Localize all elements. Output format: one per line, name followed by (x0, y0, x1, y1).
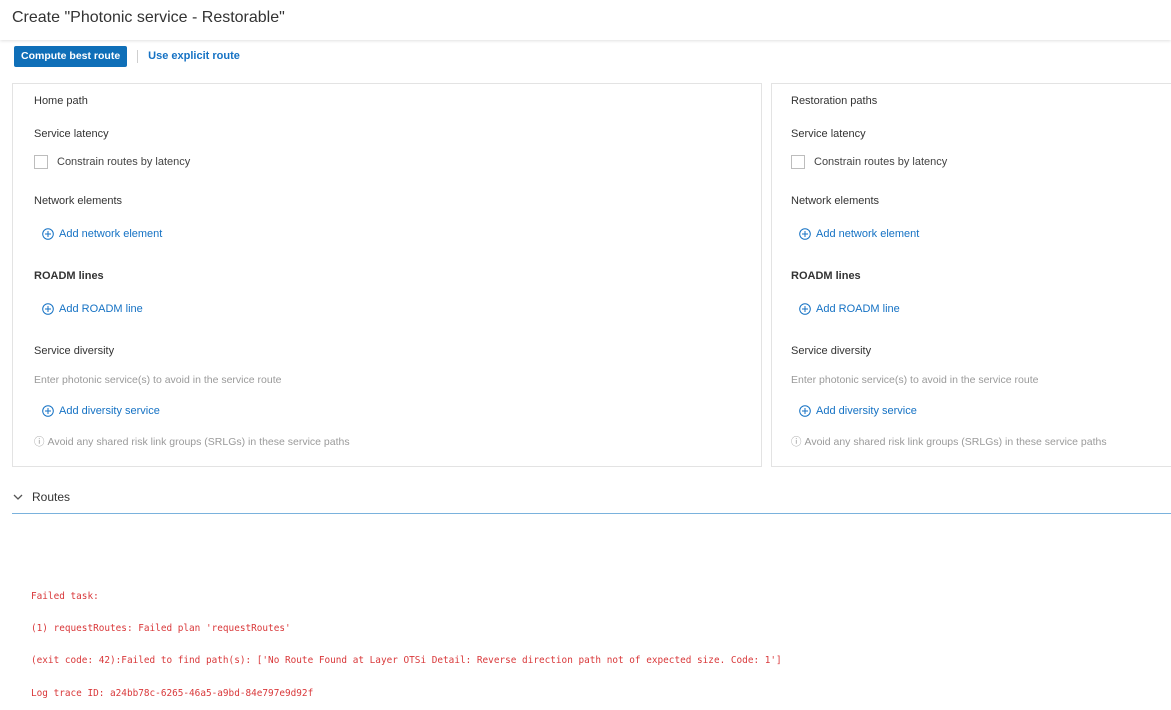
home-diversity-title: Service diversity (34, 345, 115, 357)
route-mode-toolbar: Compute best route Use explicit route (14, 45, 240, 67)
home-add-diversity-service-label: Add diversity service (59, 405, 160, 417)
restoration-add-network-element-label: Add network element (816, 228, 920, 240)
home-add-network-element-link[interactable]: Add network element (42, 228, 162, 240)
restoration-latency-checkbox-label[interactable]: Constrain routes by latency (814, 156, 947, 168)
home-network-elements-title: Network elements (34, 195, 123, 207)
title-bar: Create "Photonic service - Restorable" (0, 0, 1171, 40)
restoration-latency-checkbox[interactable] (791, 155, 805, 169)
home-diversity-hint: Enter photonic service(s) to avoid in th… (34, 374, 282, 386)
routes-section-toggle[interactable]: Routes (12, 490, 70, 504)
add-circle-icon (799, 228, 811, 240)
home-srlg-hint-text: Avoid any shared risk link groups (SRLGs… (47, 436, 350, 448)
restoration-add-network-element-link[interactable]: Add network element (799, 228, 919, 240)
error-line: Failed task: (31, 590, 99, 602)
home-latency-row: Constrain routes by latency (34, 155, 190, 169)
restoration-diversity-hint: Enter photonic service(s) to avoid in th… (791, 374, 1039, 386)
error-line: Log trace ID: a24bb78c-6265-46a5-a9bd-84… (31, 687, 314, 699)
routes-label: Routes (32, 490, 71, 504)
restoration-srlg-hint: ⓘ Avoid any shared risk link groups (SRLG… (791, 434, 1107, 449)
info-icon: ⓘ (34, 436, 45, 448)
restoration-add-diversity-service-label: Add diversity service (816, 405, 917, 417)
home-add-diversity-service-link[interactable]: Add diversity service (42, 405, 160, 417)
home-path-panel: Home path Service latency Constrain rout… (12, 83, 762, 467)
add-circle-icon (799, 303, 811, 315)
home-roadm-title: ROADM lines (34, 270, 104, 282)
home-path-heading: Home path (34, 95, 88, 107)
home-add-roadm-line-label: Add ROADM line (59, 303, 143, 315)
add-circle-icon (42, 405, 54, 417)
home-add-roadm-line-link[interactable]: Add ROADM line (42, 303, 143, 315)
use-explicit-route-link[interactable]: Use explicit route (148, 50, 240, 62)
restoration-add-diversity-service-link[interactable]: Add diversity service (799, 405, 917, 417)
route-error-message: Failed task: (1) requestRoutes: Failed p… (31, 570, 782, 710)
add-circle-icon (799, 405, 811, 417)
restoration-network-elements-title: Network elements (791, 195, 880, 207)
home-latency-checkbox-label[interactable]: Constrain routes by latency (57, 156, 190, 168)
restoration-srlg-hint-text: Avoid any shared risk link groups (SRLGs… (804, 436, 1107, 448)
error-line: (1) requestRoutes: Failed plan 'requestR… (31, 622, 291, 634)
toolbar-separator (137, 49, 139, 63)
routes-divider (12, 513, 1171, 514)
home-srlg-hint: ⓘ Avoid any shared risk link groups (SRLG… (34, 434, 350, 449)
restoration-diversity-title: Service diversity (791, 345, 872, 357)
restoration-paths-panel: Restoration paths Service latency Constr… (771, 83, 1171, 467)
compute-best-route-button[interactable]: Compute best route (14, 45, 128, 67)
home-latency-title: Service latency (34, 128, 109, 140)
info-icon: ⓘ (791, 436, 802, 448)
restoration-latency-row: Constrain routes by latency (791, 155, 947, 169)
add-circle-icon (42, 228, 54, 240)
restoration-add-roadm-line-link[interactable]: Add ROADM line (799, 303, 900, 315)
home-add-network-element-label: Add network element (59, 228, 163, 240)
restoration-roadm-title: ROADM lines (791, 270, 861, 282)
add-circle-icon (42, 303, 54, 315)
chevron-down-icon (13, 494, 23, 500)
restoration-add-roadm-line-label: Add ROADM line (816, 303, 900, 315)
page-title: Create "Photonic service - Restorable" (12, 9, 285, 26)
home-latency-checkbox[interactable] (34, 155, 48, 169)
restoration-latency-title: Service latency (791, 128, 866, 140)
restoration-paths-heading: Restoration paths (791, 95, 878, 107)
